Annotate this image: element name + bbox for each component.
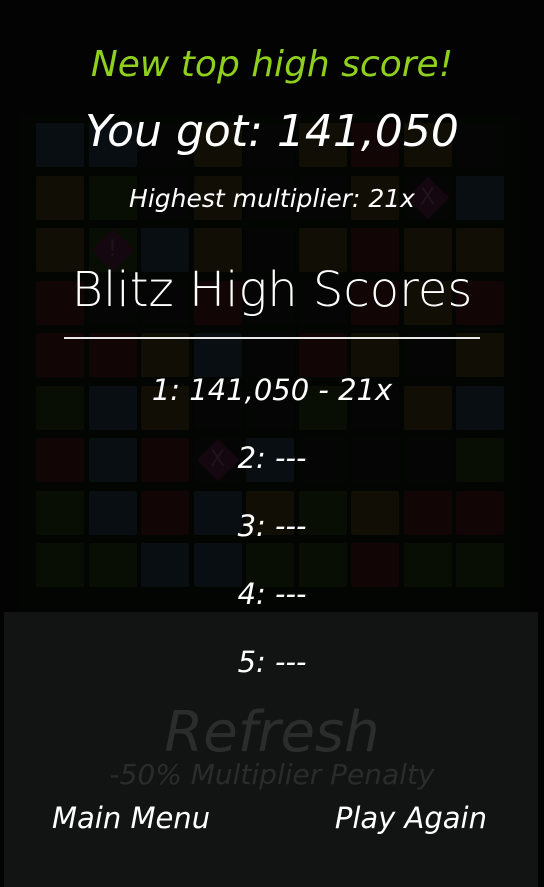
play-again-button[interactable]: Play Again [335, 801, 487, 835]
new-high-score-headline: New top high score! [90, 44, 454, 85]
game-over-screen: !XX New top high score! You got: 141,050… [0, 0, 544, 887]
high-scores-divider [64, 337, 480, 339]
high-scores-title: Blitz High Scores [71, 262, 473, 318]
high-score-entry-5: 5: --- [237, 645, 307, 679]
highest-multiplier: Highest multiplier: 21x [129, 184, 415, 213]
refresh-penalty-note: -50% Multiplier Penalty [109, 758, 435, 791]
high-score-entry-1: 1: 141,050 - 21x [151, 373, 393, 407]
high-score-entry-4: 4: --- [237, 577, 307, 611]
refresh-button[interactable]: Refresh [0, 700, 544, 765]
final-score: You got: 141,050 [85, 106, 459, 157]
high-score-entry-3: 3: --- [237, 509, 307, 543]
high-score-entry-2: 2: --- [237, 441, 307, 475]
main-menu-button[interactable]: Main Menu [52, 801, 210, 835]
